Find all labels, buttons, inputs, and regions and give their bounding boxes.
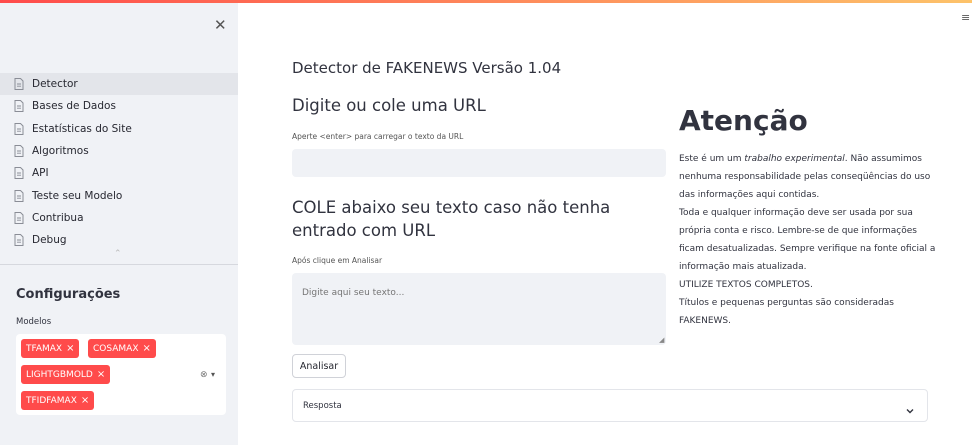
remove-tag-icon[interactable]: × <box>143 343 151 354</box>
response-expander[interactable]: Resposta <box>292 389 928 422</box>
sidebar-item[interactable]: API <box>0 162 238 184</box>
model-tag[interactable]: COSAMAX × <box>88 339 156 358</box>
chevron-down-icon[interactable]: ▾ <box>211 370 215 379</box>
models-multiselect[interactable]: TFAMAX × COSAMAX × LIGHTGBMOLD × TFIDFAMAX ×… <box>16 334 226 415</box>
attention-line3: UTILIZE TEXTOS COMPLETOS. <box>679 280 813 290</box>
text-hint: Após clique em Analisar <box>292 256 383 265</box>
paste-heading: COLE abaixo seu texto caso não tenha ent… <box>292 198 611 240</box>
model-tag-label: TFAMAX <box>26 344 63 354</box>
url-heading: Digite ou cole uma URL <box>292 96 486 115</box>
remove-tag-icon[interactable]: × <box>97 369 105 380</box>
model-tag[interactable]: TFAMAX × <box>21 339 80 358</box>
model-tag[interactable]: LIGHTGBMOLD × <box>21 365 111 384</box>
hamburger-icon[interactable]: ≡ <box>961 11 970 24</box>
sidebar: ✕ Detector Bases de Dados Estatísticas do … <box>0 3 238 445</box>
close-icon[interactable]: ✕ <box>214 16 227 34</box>
chevron-down-icon[interactable] <box>905 401 915 420</box>
sidebar-item-label: Algoritmos <box>32 145 89 158</box>
model-tag-label: LIGHTGBMOLD <box>26 370 93 380</box>
sidebar-item[interactable]: Detector <box>0 73 238 96</box>
sidebar-item[interactable]: Estatísticas do Site <box>0 118 238 140</box>
model-tag[interactable]: TFIDFAMAX × <box>21 391 95 410</box>
remove-tag-icon[interactable]: × <box>66 343 74 354</box>
sidebar-item[interactable]: Algoritmos <box>0 140 238 162</box>
file-icon <box>14 78 24 91</box>
clear-selection-icon[interactable]: ⊗ <box>200 370 208 380</box>
sidebar-item-label: Teste seu Modelo <box>32 189 123 202</box>
response-label: Resposta <box>303 401 342 411</box>
file-icon <box>14 167 24 180</box>
sidebar-nav: Detector Bases de Dados Estatísticas do Si… <box>0 73 238 251</box>
resize-handle-icon[interactable]: ◢ <box>659 336 664 344</box>
collapse-nav-icon[interactable]: ⌃ <box>114 249 122 259</box>
model-tag-label: TFIDFAMAX <box>26 396 77 406</box>
attention-line4: Títulos e pequenas perguntas são conside… <box>679 298 894 326</box>
remove-tag-icon[interactable]: × <box>81 395 89 406</box>
sidebar-item-label: Debug <box>32 234 67 247</box>
model-tag-label: COSAMAX <box>93 344 139 354</box>
sidebar-item[interactable]: Teste seu Modelo <box>0 184 238 206</box>
sidebar-item-label: API <box>32 167 49 180</box>
page-title: Detector de FAKENEWS Versão 1.04 <box>292 59 562 77</box>
attention-heading: Atenção <box>679 104 808 137</box>
configuration-heading: Configurações <box>16 287 121 302</box>
file-icon <box>14 234 24 247</box>
sidebar-item-label: Estatísticas do Site <box>32 122 132 135</box>
url-hint: Aperte <enter> para carregar o texto da … <box>292 132 464 141</box>
file-icon <box>14 145 24 158</box>
sidebar-item[interactable]: Contribua <box>0 207 238 229</box>
file-icon <box>14 211 24 224</box>
url-input[interactable] <box>292 149 666 177</box>
file-icon <box>14 189 24 202</box>
file-icon <box>14 122 24 135</box>
sidebar-item-label: Contribua <box>32 211 84 224</box>
file-icon <box>14 100 24 113</box>
analyze-button[interactable]: Analisar <box>292 354 346 378</box>
sidebar-item-label: Bases de Dados <box>32 100 116 113</box>
sidebar-item-label: Detector <box>32 78 78 91</box>
text-area[interactable] <box>292 273 666 345</box>
attention-line1-prefix: Este é um um <box>679 154 745 164</box>
sidebar-divider <box>0 264 238 265</box>
attention-text: Este é um um trabalho experimental. Não … <box>679 150 939 330</box>
models-label: Modelos <box>16 317 52 327</box>
sidebar-item[interactable]: Bases de Dados <box>0 95 238 117</box>
attention-line2: Toda e qualquer informação deve ser usad… <box>679 208 936 272</box>
attention-line1-italic: trabalho experimental <box>744 154 845 164</box>
